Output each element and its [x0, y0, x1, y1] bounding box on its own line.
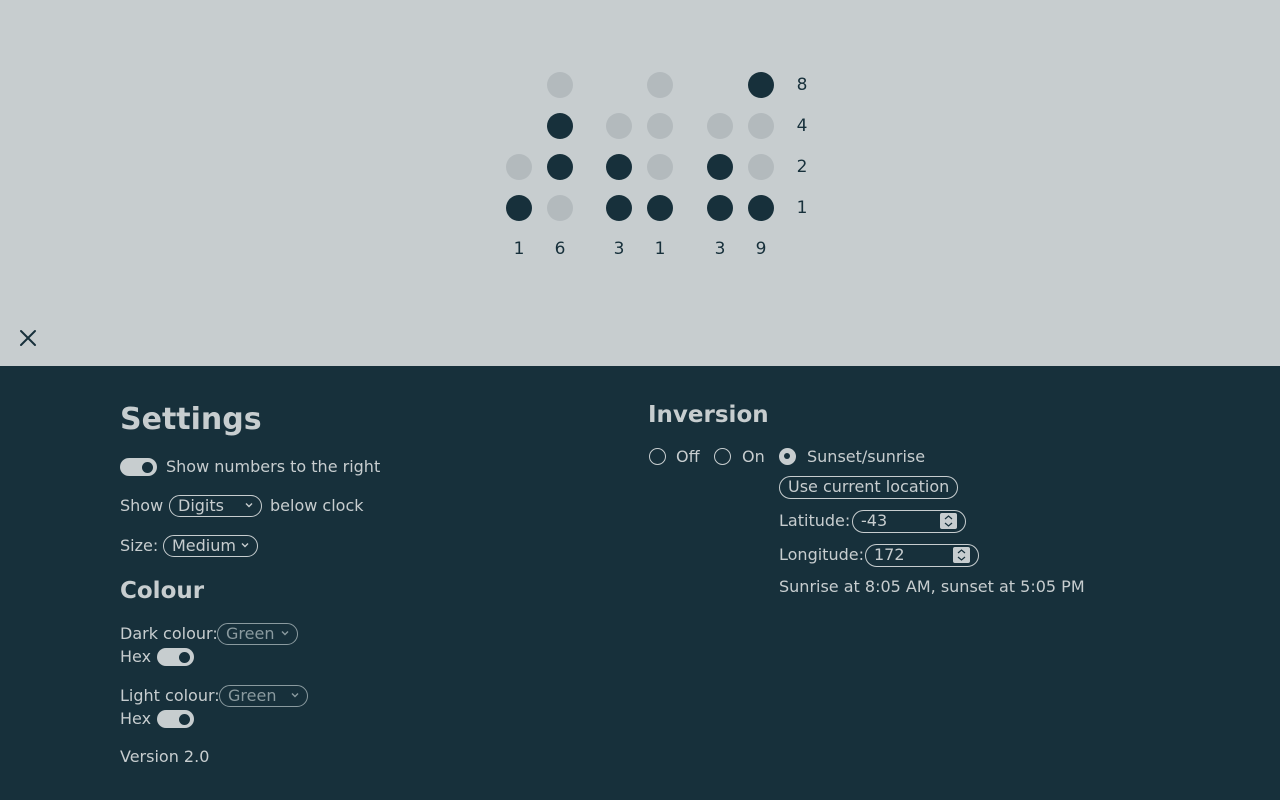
inversion-sunset-label: Sunset/sunrise	[807, 447, 926, 466]
version-label: Version 2.0	[120, 747, 210, 766]
inversion-on-label: On	[742, 447, 765, 466]
latitude-input[interactable]: -43	[852, 510, 966, 533]
chevron-down-icon	[241, 543, 249, 548]
below-clock-label: below clock	[270, 496, 364, 515]
light-hex-label: Hex	[120, 709, 152, 728]
clock-dot-off	[707, 113, 733, 139]
longitude-value: 172	[874, 545, 905, 564]
clock-dot-off	[547, 195, 573, 221]
use-current-location-button[interactable]: Use current location	[779, 476, 959, 499]
clock-dot-on	[506, 195, 532, 221]
sun-times-text: Sunrise at 8:05 AM, sunset at 5:05 PM	[779, 577, 1085, 596]
clock-dot-on	[547, 113, 573, 139]
longitude-label: Longitude:	[779, 545, 864, 564]
clock-dot-off	[647, 154, 673, 180]
binary-clock: 1 6 3 1 3 9 8 4 2 1	[0, 0, 1280, 366]
dark-colour-select[interactable]: Green	[217, 623, 298, 645]
inversion-off-label: Off	[676, 447, 700, 466]
clock-dot-off	[647, 72, 673, 98]
clock-digit: 3	[714, 239, 726, 259]
light-colour-select[interactable]: Green	[219, 685, 308, 707]
clock-dot-on	[547, 154, 573, 180]
toggle-knob	[142, 462, 153, 473]
clock-dot-on	[707, 154, 733, 180]
latitude-label: Latitude:	[779, 511, 851, 530]
clock-digit: 1	[654, 239, 666, 259]
clock-dot-on	[647, 195, 673, 221]
clock-digit: 9	[755, 239, 767, 259]
bit-weight-label: 4	[796, 116, 808, 136]
clock-dot-off	[748, 113, 774, 139]
longitude-input[interactable]: 172	[865, 544, 979, 567]
clock-digit: 6	[554, 239, 566, 259]
spinner-icon[interactable]	[940, 513, 957, 529]
settings-panel: Settings Show numbers to the right Show …	[0, 366, 1280, 800]
clock-dot-on	[748, 195, 774, 221]
show-below-select-value: Digits	[178, 496, 224, 515]
clock-dot-off	[748, 154, 774, 180]
chevron-down-icon	[281, 631, 289, 636]
chevron-down-icon	[291, 693, 299, 698]
clock-dot-on	[707, 195, 733, 221]
dark-hex-toggle[interactable]	[157, 648, 194, 666]
clock-dot-off	[606, 113, 632, 139]
clock-dot-on	[606, 154, 632, 180]
clock-dot-off	[547, 72, 573, 98]
close-settings-button[interactable]	[16, 326, 40, 350]
show-numbers-toggle[interactable]	[120, 458, 157, 476]
bit-weight-label: 2	[796, 157, 808, 177]
toggle-knob	[179, 652, 190, 663]
inversion-on-radio[interactable]	[714, 448, 731, 465]
light-colour-label: Light colour:	[120, 686, 220, 705]
bit-weight-label: 8	[796, 75, 808, 95]
show-label: Show	[120, 496, 164, 515]
bit-weight-label: 1	[796, 198, 808, 218]
dark-colour-select-value: Green	[226, 624, 275, 643]
clock-dot-off	[506, 154, 532, 180]
clock-digit: 3	[613, 239, 625, 259]
clock-dot-off	[647, 113, 673, 139]
inversion-off-radio[interactable]	[649, 448, 666, 465]
inversion-title: Inversion	[648, 402, 769, 428]
light-colour-select-value: Green	[228, 686, 277, 705]
show-numbers-label: Show numbers to the right	[166, 457, 381, 476]
colour-title: Colour	[120, 578, 205, 604]
dark-colour-label: Dark colour:	[120, 624, 218, 643]
size-label: Size:	[120, 536, 159, 555]
show-below-select[interactable]: Digits	[169, 495, 262, 517]
clock-dot-on	[748, 72, 774, 98]
light-hex-toggle[interactable]	[157, 710, 194, 728]
spinner-icon[interactable]	[953, 547, 970, 563]
close-icon	[20, 330, 36, 346]
size-select-value: Medium	[172, 536, 236, 555]
dark-hex-label: Hex	[120, 647, 152, 666]
clock-digit: 1	[513, 239, 525, 259]
inversion-sunset-radio[interactable]	[779, 448, 796, 465]
latitude-value: -43	[861, 511, 888, 530]
chevron-down-icon	[245, 503, 253, 508]
toggle-knob	[179, 714, 190, 725]
clock-dot-on	[606, 195, 632, 221]
settings-title: Settings	[120, 402, 262, 437]
size-select[interactable]: Medium	[163, 535, 258, 557]
